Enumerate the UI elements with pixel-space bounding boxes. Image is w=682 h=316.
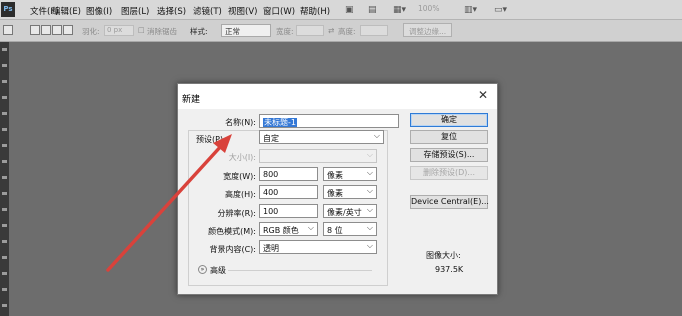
annotation-arrow — [106, 134, 232, 272]
annotation-arrow-shaft — [106, 143, 224, 272]
